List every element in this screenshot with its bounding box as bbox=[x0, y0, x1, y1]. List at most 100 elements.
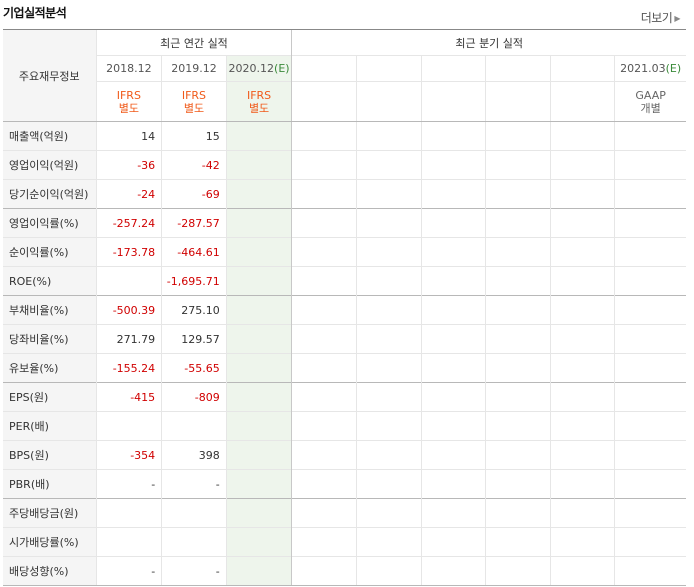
table-row: 순이익률(%) -173.78 -464.61 bbox=[3, 237, 686, 267]
cell-value bbox=[161, 498, 227, 528]
cell-value: -257.24 bbox=[95, 208, 162, 238]
table-row: 영업이익률(%) -257.24 -287.57 bbox=[3, 208, 686, 238]
cell-empty bbox=[355, 382, 422, 412]
cell-empty bbox=[291, 353, 357, 383]
cell-empty bbox=[225, 353, 292, 383]
cell-empty bbox=[614, 237, 686, 267]
acc-label: IFRS bbox=[116, 88, 141, 102]
cell-empty bbox=[420, 440, 486, 470]
cell-value: 15 bbox=[161, 121, 227, 151]
row-label: 영업이익률(%) bbox=[3, 208, 97, 238]
cell-empty bbox=[614, 382, 686, 412]
cell-empty bbox=[420, 150, 486, 180]
accounting-standard: IFRS 별도 bbox=[225, 81, 292, 122]
cell-empty bbox=[485, 382, 551, 412]
cell-empty bbox=[291, 324, 357, 354]
row-label: PER(배) bbox=[3, 411, 97, 441]
table-row: BPS(원) -354 398 bbox=[3, 440, 686, 470]
cell-empty bbox=[291, 266, 357, 296]
cell-empty bbox=[225, 237, 292, 267]
cell-empty bbox=[355, 266, 422, 296]
cell-empty bbox=[614, 469, 686, 499]
period-date: 2018.12 bbox=[95, 55, 162, 82]
cell-empty bbox=[420, 324, 486, 354]
cell-empty bbox=[225, 121, 292, 151]
cell-value: -464.61 bbox=[161, 237, 227, 267]
quarter-date-empty bbox=[420, 55, 486, 82]
cell-empty bbox=[225, 527, 292, 557]
cell-empty bbox=[614, 411, 686, 441]
more-link[interactable]: 더보기 ▶ bbox=[640, 9, 681, 26]
cell-empty bbox=[291, 179, 357, 209]
cell-empty bbox=[549, 324, 615, 354]
cell-empty bbox=[291, 527, 357, 557]
cell-value bbox=[161, 527, 227, 557]
cell-empty bbox=[355, 324, 422, 354]
group-quarter: 최근 분기 실적 bbox=[291, 29, 686, 56]
cell-value: -55.65 bbox=[161, 353, 227, 383]
cell-empty bbox=[549, 179, 615, 209]
cell-value: 14 bbox=[95, 121, 162, 151]
cell-empty bbox=[485, 353, 551, 383]
cell-empty bbox=[355, 237, 422, 267]
table-row: 당좌비율(%) 271.79 129.57 bbox=[3, 324, 686, 354]
quarter-date-empty bbox=[291, 55, 357, 82]
cell-empty bbox=[614, 295, 686, 325]
accounting-empty bbox=[549, 81, 615, 122]
cell-value: 271.79 bbox=[95, 324, 162, 354]
cell-empty bbox=[420, 411, 486, 441]
accounting-standard: GAAP 개별 bbox=[614, 81, 686, 122]
cell-empty bbox=[420, 237, 486, 267]
cell-empty bbox=[420, 295, 486, 325]
cell-empty bbox=[355, 469, 422, 499]
cell-value: 275.10 bbox=[161, 295, 227, 325]
cell-value: -24 bbox=[95, 179, 162, 209]
table-row: 유보율(%) -155.24 -55.65 bbox=[3, 353, 686, 383]
cell-empty bbox=[549, 237, 615, 267]
cell-empty bbox=[614, 121, 686, 151]
cell-value: -36 bbox=[95, 150, 162, 180]
cell-value: -1,695.71 bbox=[161, 266, 227, 296]
row-label: 배당성향(%) bbox=[3, 556, 97, 586]
cell-value: - bbox=[95, 469, 162, 499]
cell-empty bbox=[614, 353, 686, 383]
cell-empty bbox=[614, 440, 686, 470]
cell-empty bbox=[225, 179, 292, 209]
cell-empty bbox=[291, 469, 357, 499]
table-row: EPS(원) -415 -809 bbox=[3, 382, 686, 412]
cell-empty bbox=[614, 498, 686, 528]
cell-empty bbox=[485, 295, 551, 325]
cell-empty bbox=[291, 121, 357, 151]
cell-empty bbox=[355, 353, 422, 383]
cell-empty bbox=[420, 527, 486, 557]
cell-empty bbox=[549, 556, 615, 586]
cell-empty bbox=[420, 208, 486, 238]
cell-empty bbox=[485, 469, 551, 499]
cell-empty bbox=[549, 411, 615, 441]
cell-empty bbox=[291, 237, 357, 267]
cell-empty bbox=[225, 469, 292, 499]
cell-empty bbox=[420, 353, 486, 383]
table-row: 주당배당금(원) bbox=[3, 498, 686, 528]
row-label: 부채비율(%) bbox=[3, 295, 97, 325]
cell-empty bbox=[549, 208, 615, 238]
cell-empty bbox=[291, 150, 357, 180]
more-label: 더보기 bbox=[640, 11, 673, 25]
estimate-mark: (E) bbox=[665, 62, 682, 75]
quarter-date-empty bbox=[549, 55, 615, 82]
row-label: 영업이익(억원) bbox=[3, 150, 97, 180]
accounting-empty bbox=[420, 81, 486, 122]
cell-empty bbox=[225, 324, 292, 354]
cell-empty bbox=[420, 121, 486, 151]
cell-value: 129.57 bbox=[161, 324, 227, 354]
financial-summary-table: 주요재무정보 최근 연간 실적 최근 분기 실적 2018.12 2019.12… bbox=[3, 29, 686, 586]
cell-empty bbox=[225, 498, 292, 528]
row-label: 당기순이익(억원) bbox=[3, 179, 97, 209]
cell-empty bbox=[485, 121, 551, 151]
chevron-right-icon: ▶ bbox=[674, 14, 680, 23]
cell-empty bbox=[355, 527, 422, 557]
cell-value: - bbox=[95, 556, 162, 586]
cell-empty bbox=[614, 556, 686, 586]
table-body: 매출액(억원) 14 15 영업이익(억원) -36 -42 당기순이익(억원) -24 -69… bbox=[3, 121, 686, 586]
cell-value: -809 bbox=[161, 382, 227, 412]
